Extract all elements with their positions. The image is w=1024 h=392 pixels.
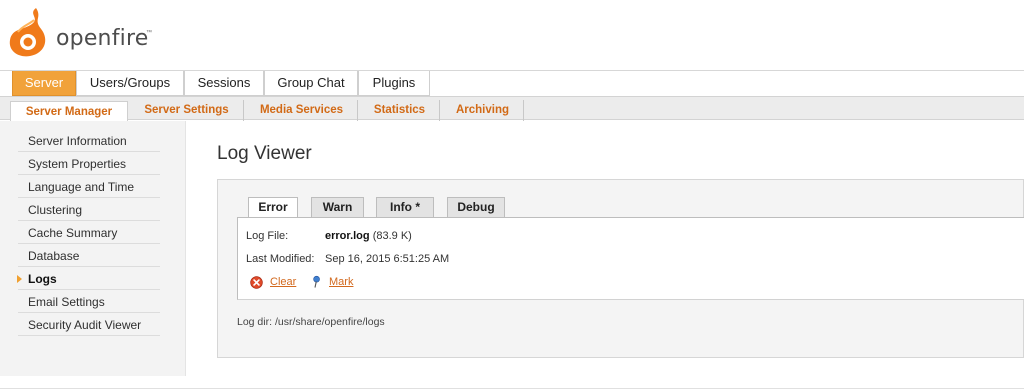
log-tab-error[interactable]: Error [248, 197, 298, 218]
page-title: Log Viewer [217, 143, 312, 164]
sidebar-item-security-audit-viewer[interactable]: Security Audit Viewer [18, 314, 160, 336]
clear-icon[interactable] [250, 276, 263, 289]
subtab-server-manager[interactable]: Server Manager [10, 101, 128, 121]
main-tab-bar: Server Users/Groups Sessions Group Chat … [0, 70, 1024, 96]
tab-server[interactable]: Server [12, 71, 76, 96]
sidebar-item-database[interactable]: Database [18, 245, 160, 267]
log-file-value: error.log (83.9 K) [325, 230, 412, 242]
sidebar: Server Information System Properties Lan… [0, 121, 186, 376]
subtab-media-services[interactable]: Media Services [246, 100, 358, 121]
clear-link[interactable]: Clear [270, 276, 296, 288]
mark-link[interactable]: Mark [329, 276, 353, 288]
tab-plugins[interactable]: Plugins [358, 71, 430, 96]
sidebar-item-language-and-time[interactable]: Language and Time [18, 176, 160, 198]
sidebar-item-email-settings[interactable]: Email Settings [18, 291, 160, 313]
sidebar-item-system-properties[interactable]: System Properties [18, 153, 160, 175]
log-file-label: Log File: [246, 230, 289, 242]
openfire-logo-icon [9, 8, 46, 57]
sidebar-item-logs[interactable]: Logs [18, 268, 160, 290]
tab-sessions[interactable]: Sessions [184, 71, 264, 96]
sidebar-item-clustering[interactable]: Clustering [18, 199, 160, 221]
tab-users-groups[interactable]: Users/Groups [76, 71, 184, 96]
header: openfire ™ [0, 0, 1024, 70]
footer-divider [0, 388, 1024, 389]
tab-group-chat[interactable]: Group Chat [264, 71, 358, 96]
trademark: ™ [146, 30, 152, 36]
last-modified-label: Last Modified: [246, 253, 315, 265]
subtab-archiving[interactable]: Archiving [442, 100, 524, 121]
last-modified-value: Sep 16, 2015 6:51:25 AM [325, 253, 450, 265]
app-name: openfire [56, 26, 149, 51]
sidebar-item-server-information[interactable]: Server Information [18, 130, 160, 152]
sidebar-item-cache-summary[interactable]: Cache Summary [18, 222, 160, 244]
sub-tab-bar: Server Manager Server Settings Media Ser… [0, 96, 1024, 121]
log-tab-info[interactable]: Info * [376, 197, 434, 217]
mark-pin-icon[interactable] [311, 275, 324, 288]
subtab-server-settings[interactable]: Server Settings [130, 100, 244, 121]
log-dir-text: Log dir: /usr/share/openfire/logs [237, 316, 385, 328]
log-tab-debug[interactable]: Debug [447, 197, 505, 217]
log-file-size: (83.9 K) [372, 230, 412, 242]
subtab-statistics[interactable]: Statistics [360, 100, 440, 121]
log-tab-warn[interactable]: Warn [311, 197, 364, 217]
log-file-name: error.log [325, 230, 370, 242]
